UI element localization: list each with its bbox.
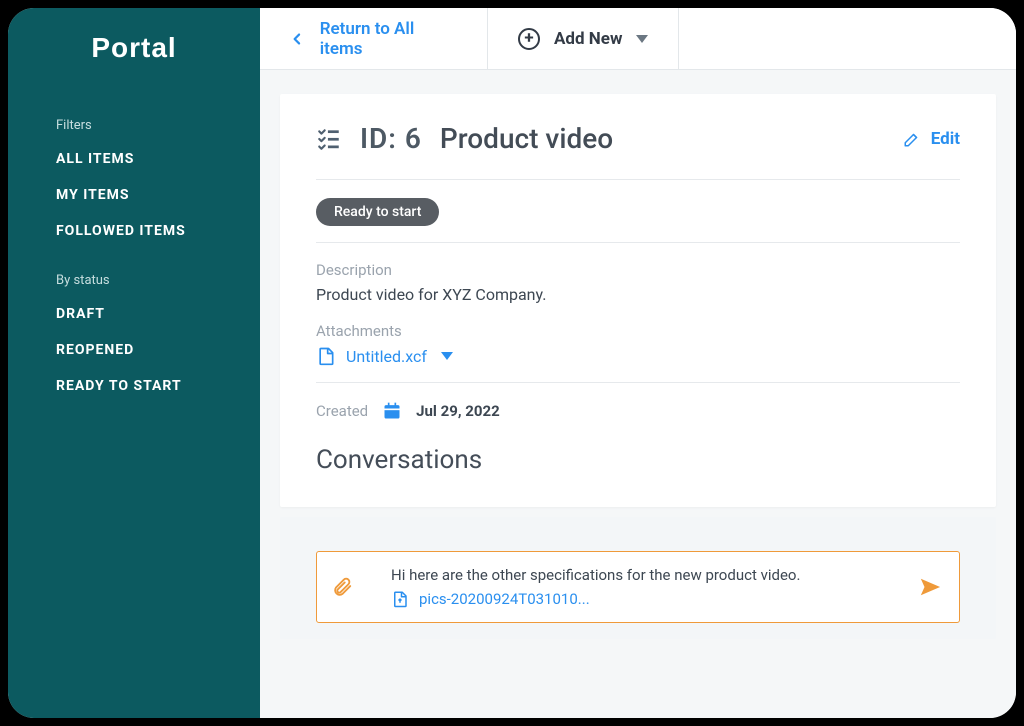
content-area: Return to All items + Add New [260, 8, 1016, 718]
sidebar-item-reopened[interactable]: REOPENED [8, 332, 260, 368]
paperclip-icon[interactable] [331, 576, 353, 598]
pencil-icon [903, 130, 921, 148]
divider [316, 382, 960, 383]
message-file-name: pics-20200924T031010... [419, 590, 590, 608]
sidebar-item-ready-to-start[interactable]: READY TO START [8, 368, 260, 404]
main-panel: ID: 6 Product video Edit Ready to start … [260, 70, 1016, 718]
item-card: ID: 6 Product video Edit Ready to start … [280, 94, 996, 507]
message-text: Hi here are the other specifications for… [367, 566, 905, 584]
sidebar: Portal Filters ALL ITEMS MY ITEMS FOLLOW… [8, 8, 260, 718]
title-row: ID: 6 Product video Edit [316, 122, 960, 155]
created-row: Created Jul 29, 2022 [316, 401, 960, 421]
chevron-down-icon [636, 35, 648, 43]
description-heading: Description [316, 261, 960, 279]
description-text: Product video for XYZ Company. [316, 285, 960, 304]
attachment-link[interactable]: Untitled.xcf [316, 346, 960, 366]
message-input-box[interactable]: Hi here are the other specifications for… [316, 551, 960, 623]
status-heading: By status [8, 267, 260, 296]
sidebar-item-my-items[interactable]: MY ITEMS [8, 177, 260, 213]
edit-button[interactable]: Edit [903, 129, 960, 149]
status-badge: Ready to start [316, 198, 439, 226]
plus-circle-icon: + [518, 28, 540, 50]
return-label: Return to All items [320, 19, 459, 59]
filters-heading: Filters [8, 112, 260, 141]
file-icon [391, 590, 409, 608]
add-new-button[interactable]: + Add New [488, 8, 679, 69]
item-id-label: ID: 6 [360, 122, 422, 155]
sidebar-item-draft[interactable]: DRAFT [8, 296, 260, 332]
app-frame: Portal Filters ALL ITEMS MY ITEMS FOLLOW… [8, 8, 1016, 718]
send-icon[interactable] [919, 576, 941, 598]
edit-label: Edit [931, 129, 960, 149]
divider [316, 242, 960, 243]
chevron-down-icon [441, 352, 453, 360]
return-to-all-items-button[interactable]: Return to All items [260, 8, 488, 69]
add-new-label: Add New [554, 29, 622, 49]
chevron-left-icon [288, 30, 306, 48]
item-title: Product video [440, 122, 613, 155]
topbar: Return to All items + Add New [260, 8, 1016, 70]
created-date: Jul 29, 2022 [416, 402, 500, 420]
conversations-heading: Conversations [316, 445, 960, 475]
conversations-panel: Hi here are the other specifications for… [280, 517, 996, 639]
checklist-icon [316, 126, 342, 152]
created-label: Created [316, 402, 368, 420]
calendar-icon [382, 401, 402, 421]
attachments-heading: Attachments [316, 322, 960, 340]
sidebar-logo: Portal [8, 32, 260, 64]
message-file-link[interactable]: pics-20200924T031010... [367, 590, 905, 608]
divider [316, 179, 960, 180]
file-icon [316, 346, 336, 366]
title-left: ID: 6 Product video [316, 122, 613, 155]
sidebar-item-followed-items[interactable]: FOLLOWED ITEMS [8, 213, 260, 249]
sidebar-item-all-items[interactable]: ALL ITEMS [8, 141, 260, 177]
message-body: Hi here are the other specifications for… [367, 566, 905, 608]
attachment-name: Untitled.xcf [346, 347, 427, 366]
